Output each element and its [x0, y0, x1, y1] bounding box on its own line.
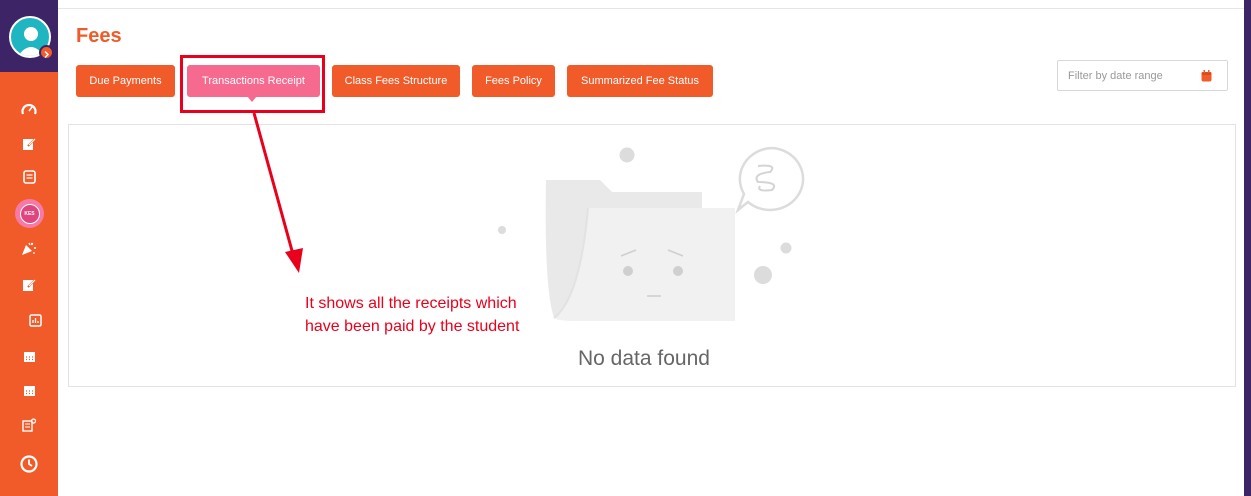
empty-state-message: No data found	[578, 347, 710, 370]
window-edge	[1244, 0, 1251, 496]
tab-summarized-fee-status[interactable]: Summarized Fee Status	[567, 65, 713, 97]
tab-fees-policy[interactable]: Fees Policy	[472, 65, 555, 97]
clock-icon[interactable]	[18, 453, 40, 475]
date-range-input[interactable]	[1058, 61, 1188, 90]
annotation-arrow	[252, 112, 303, 273]
date-range-filter[interactable]	[1057, 60, 1228, 91]
checklist-icon[interactable]	[18, 414, 40, 436]
calendar-icon[interactable]	[18, 379, 40, 401]
empty-folder-illustration	[498, 146, 805, 321]
tab-class-fees-structure[interactable]: Class Fees Structure	[332, 65, 460, 97]
report-icon[interactable]	[24, 309, 46, 331]
annotation-note: It shows all the receipts which have bee…	[305, 295, 520, 335]
calendar-icon[interactable]	[18, 345, 40, 367]
calendar-icon[interactable]	[1201, 69, 1212, 87]
